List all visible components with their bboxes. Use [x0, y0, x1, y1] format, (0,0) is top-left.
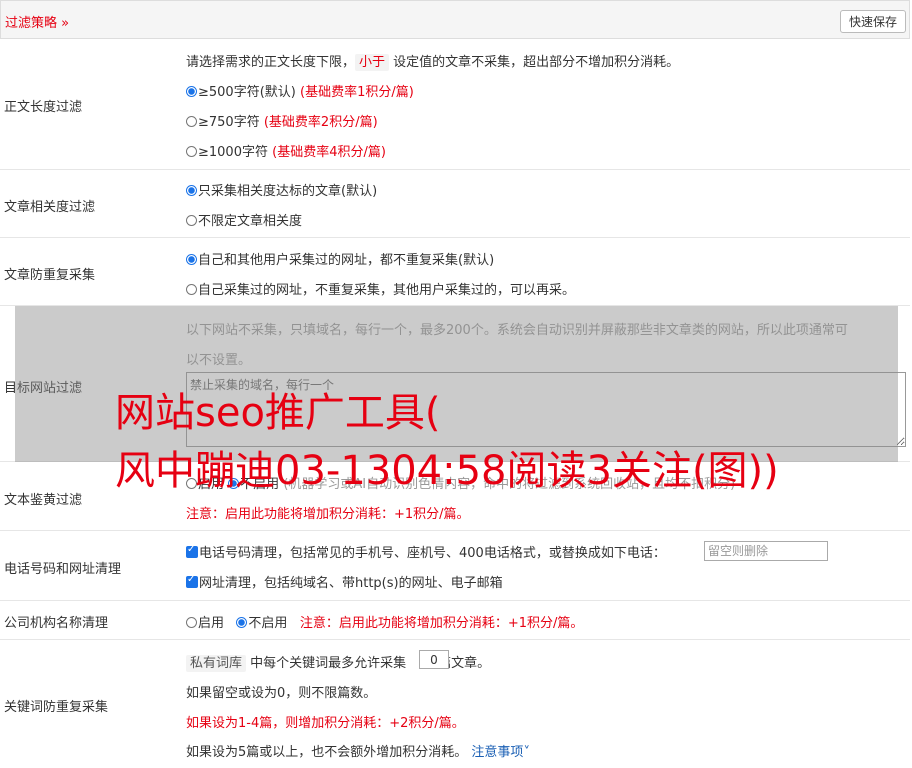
site-filter-label: 目标网站过滤 [4, 381, 83, 396]
radio-dedupe-all[interactable] [186, 254, 197, 265]
dedupe-option-all[interactable]: 自己和其他用户采集过的网址，都不重复采集(默认) [186, 249, 494, 268]
relevance-option-qualified[interactable]: 只采集相关度达标的文章(默认) [186, 180, 377, 199]
dedupe-option-self[interactable]: 自己采集过的网址，不重复采集，其他用户采集过的，可以再采。 [186, 279, 575, 298]
quick-save-button[interactable]: 快速保存 [839, 10, 906, 33]
row-length-filter: 正文长度过滤 请选择需求的正文长度下限， 小于 设定值的文章不采集，超出部分不增加… [0, 39, 910, 170]
radio-relevance-qualified[interactable] [186, 185, 197, 196]
radio-porn-off[interactable] [228, 478, 240, 489]
keyword-line-3: 如果设为1-4篇，则增加积分消耗：+2积分/篇。 [186, 716, 465, 731]
radio-porn-on[interactable] [186, 478, 197, 489]
length-filter-description: 请选择需求的正文长度下限， 小于 设定值的文章不采集，超出部分不增加积分消耗。 [186, 54, 680, 71]
length-option-1000[interactable]: ≥1000字符 (基础费率4积分/篇) [186, 141, 386, 160]
filter-strategy-header: 过滤策略 » 快速保存 [0, 0, 910, 39]
replacement-phone-input[interactable] [704, 541, 828, 561]
radio-length-500[interactable] [186, 86, 197, 97]
chevron-down-icon: » [61, 16, 70, 31]
checkbox-url-cleanup[interactable] [186, 574, 198, 588]
keyword-line-4: 如果设为5篇或以上，也不会额外增加积分消耗。 注意事项˅ [186, 745, 530, 760]
length-filter-label: 正文长度过滤 [4, 100, 83, 115]
dedupe-filter-label: 文章防重复采集 [4, 268, 96, 283]
relevance-filter-label: 文章相关度过滤 [4, 200, 96, 215]
length-option-750[interactable]: ≥750字符 (基础费率2积分/篇) [186, 111, 378, 130]
row-porn-filter: 文本鉴黄过滤 启用 不启用 (机器学习或AI自动识别色情内容，命中的将过滤到系统… [0, 462, 910, 531]
radio-org-off[interactable] [236, 617, 248, 628]
less-than-tag: 小于 [355, 54, 390, 71]
radio-length-1000[interactable] [186, 146, 197, 157]
radio-relevance-unlimited[interactable] [186, 215, 197, 226]
filter-strategy-title[interactable]: 过滤策略 » [5, 12, 69, 31]
keyword-line-2: 如果留空或设为0，则不限篇数。 [186, 686, 377, 701]
radio-length-750[interactable] [186, 116, 197, 127]
url-cleanup-option[interactable]: 网址清理，包括纯域名、带http(s)的网址、电子邮箱 [186, 572, 503, 591]
row-dedupe-filter: 文章防重复采集 自己和其他用户采集过的网址，都不重复采集(默认) 自己采集过的网… [0, 238, 910, 306]
row-org-filter: 公司机构名称清理 启用 不启用 注意：启用此功能将增加积分消耗：+1积分/篇。 [0, 601, 910, 640]
org-filter-options: 启用 不启用 注意：启用此功能将增加积分消耗：+1积分/篇。 [186, 612, 583, 631]
contact-filter-label: 电话号码和网址清理 [4, 562, 122, 577]
porn-filter-options: 启用 不启用 (机器学习或AI自动识别色情内容，命中的将过滤到系统回收站，且均不… [186, 473, 735, 492]
porn-filter-description: (机器学习或AI自动识别色情内容，命中的将过滤到系统回收站，且均不扣积分) [283, 477, 736, 492]
blocked-domains-textarea[interactable] [186, 372, 906, 447]
relevance-option-unlimited[interactable]: 不限定文章相关度 [186, 210, 302, 229]
porn-filter-label: 文本鉴黄过滤 [4, 493, 83, 508]
org-filter-label: 公司机构名称清理 [4, 616, 109, 631]
phone-cleanup-option[interactable]: 电话号码清理，包括常见的手机号、座机号、400电话格式，或替换成如下电话： [186, 542, 666, 561]
length-option-500[interactable]: ≥500字符(默认) (基础费率1积分/篇) [186, 81, 414, 100]
site-filter-description-line2: 以不设置。 [186, 353, 252, 368]
porn-filter-note: 注意：启用此功能将增加积分消耗：+1积分/篇。 [186, 507, 470, 522]
notes-link[interactable]: 注意事项˅ [471, 745, 530, 760]
checkbox-phone-cleanup[interactable] [186, 544, 198, 558]
org-filter-note: 注意：启用此功能将增加积分消耗：+1积分/篇。 [299, 616, 584, 631]
keyword-filter-label: 关键词防重复采集 [4, 700, 109, 715]
radio-dedupe-self[interactable] [186, 284, 197, 295]
row-relevance-filter: 文章相关度过滤 只采集相关度达标的文章(默认) 不限定文章相关度 [0, 170, 910, 238]
radio-org-on[interactable] [186, 617, 197, 628]
site-filter-description-line1: 以下网站不采集，只填域名，每行一个，最多200个。系统会自动识别并屏蔽那些非文章… [186, 323, 848, 338]
keyword-max-articles-input[interactable] [419, 650, 449, 669]
row-keyword-filter: 关键词防重复采集 私有词库 中每个关键词最多允许采集 篇文章。 如果留空或设为0，… [0, 640, 910, 768]
chevron-down-icon: ˅ [523, 745, 530, 760]
private-lexicon-tag[interactable]: 私有词库 [186, 655, 247, 672]
